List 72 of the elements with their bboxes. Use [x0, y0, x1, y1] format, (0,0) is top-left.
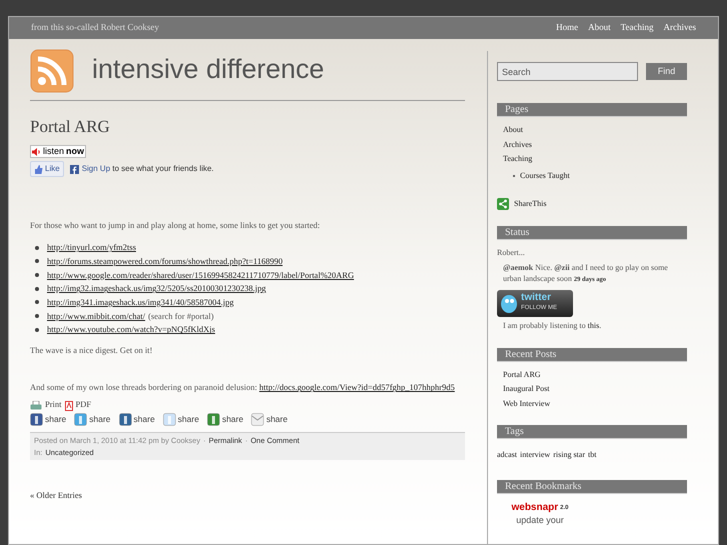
find-button[interactable]: Find [646, 63, 687, 80]
post-link[interactable]: http://www.youtube.com/watch?v=pNQ5fKldXjs [47, 323, 216, 336]
bullet-icon [35, 259, 39, 264]
recent-post-link[interactable]: Web Interview [503, 396, 687, 411]
bookmark-brand: websnapr [511, 502, 558, 514]
widget-heading: Recent Posts [497, 348, 687, 362]
pdf-link[interactable]: PDF [76, 398, 92, 412]
share-link[interactable]: share [118, 413, 155, 426]
bullet-icon [35, 300, 39, 304]
widget-heading: Pages [497, 103, 687, 117]
envelope-icon [251, 413, 264, 426]
link-note: (search for #portal) [148, 310, 214, 322]
bullet-icon [35, 328, 39, 332]
printer-icon [30, 401, 42, 412]
tag-link[interactable]: adcast [497, 449, 517, 461]
share-link[interactable]: share [30, 413, 66, 426]
speaker-icon [32, 148, 41, 156]
post-link[interactable]: http://tinyurl.com/yfm2tss [47, 241, 136, 254]
bullet-icon [35, 314, 39, 318]
facebook-icon [70, 164, 79, 174]
bullet-icon [35, 286, 39, 291]
post-title: Portal ARG [30, 117, 111, 137]
post-text: And some of my own lose threads bordering on paranoid delusion: http://docs.google.com/View?id=dd57fghp_107hhphr9d5 [30, 381, 456, 394]
tagline: from this so-called Robert Cooksey [31, 21, 159, 34]
recent-post-link[interactable]: Inaugural Post [503, 382, 687, 396]
page-link[interactable]: Teaching [503, 152, 687, 166]
listening-link[interactable]: this [588, 320, 600, 330]
bird-icon [499, 292, 519, 314]
listen-now-button[interactable]: listen now [30, 145, 86, 158]
page-link[interactable]: Courses Taught [520, 168, 570, 182]
sharethis-link[interactable]: ShareThis [514, 198, 546, 210]
widget-heading: Recent Bookmarks [497, 480, 687, 494]
status-author: Robert... [497, 246, 526, 258]
recent-post-link[interactable]: Portal ARG [503, 368, 687, 382]
page-link[interactable]: About [503, 123, 687, 138]
tag-link[interactable]: tbt [588, 449, 596, 461]
sign-up-link[interactable]: Sign Up [82, 164, 110, 173]
like-button[interactable]: Like [30, 161, 64, 177]
intro-text: For those who want to jump in and play along at home, some links to get you started: [30, 219, 321, 232]
post-link[interactable]: http://img32.imageshack.us/img32/5205/ss20100301230238.jpg [47, 282, 266, 296]
older-entries-link[interactable]: « Older Entries [30, 489, 485, 502]
search-field[interactable]: Search [497, 62, 638, 81]
nav-link[interactable]: Archives [664, 21, 696, 35]
post-link[interactable]: http://www.mibbit.com/chat/ [47, 310, 146, 322]
share-link[interactable]: share [207, 413, 244, 426]
page-link[interactable]: Archives [503, 138, 687, 152]
nav-link[interactable]: Teaching [620, 21, 654, 35]
bookmark-caption: update your [516, 514, 564, 526]
post-link[interactable]: http://forums.steampowered.com/forums/showthread.php?t=1168990 [47, 254, 283, 268]
pdf-icon [64, 401, 73, 412]
bullet-icon [35, 246, 39, 250]
share-link[interactable]: share [251, 413, 288, 426]
bullet-icon [35, 272, 39, 277]
post-link[interactable]: http://www.google.com/reader/shared/user/15169945824211710779/label/Portal%20ARG [47, 268, 354, 282]
listening-text: I am probably listening to this. [502, 320, 602, 332]
post-text: The wave is a nice digest. Get on it! [30, 344, 154, 356]
site-title: intensive difference [92, 53, 324, 86]
tag-link[interactable]: interview [520, 449, 550, 461]
nav-link[interactable]: About [588, 21, 611, 35]
share-icon [497, 198, 509, 210]
print-link[interactable]: Print [45, 398, 62, 412]
share-link[interactable]: share [162, 413, 200, 426]
docs-link[interactable]: http://docs.google.com/View?id=dd57fghp_107hhphr9d5 [259, 382, 455, 392]
tag-link[interactable]: rising star [553, 449, 585, 461]
post-link[interactable]: http://img341.imageshack.us/img341/40/58587004.jpg [47, 296, 234, 309]
thumbs-up-icon [34, 164, 43, 174]
widget-heading: Tags [497, 425, 687, 439]
nav-link[interactable]: Home [556, 21, 578, 35]
share-link[interactable]: share [74, 413, 111, 426]
like-prompt: Sign Up to see what your friends like. [82, 163, 214, 175]
widget-heading: Status [497, 226, 687, 240]
rss-logo-icon [30, 48, 74, 92]
